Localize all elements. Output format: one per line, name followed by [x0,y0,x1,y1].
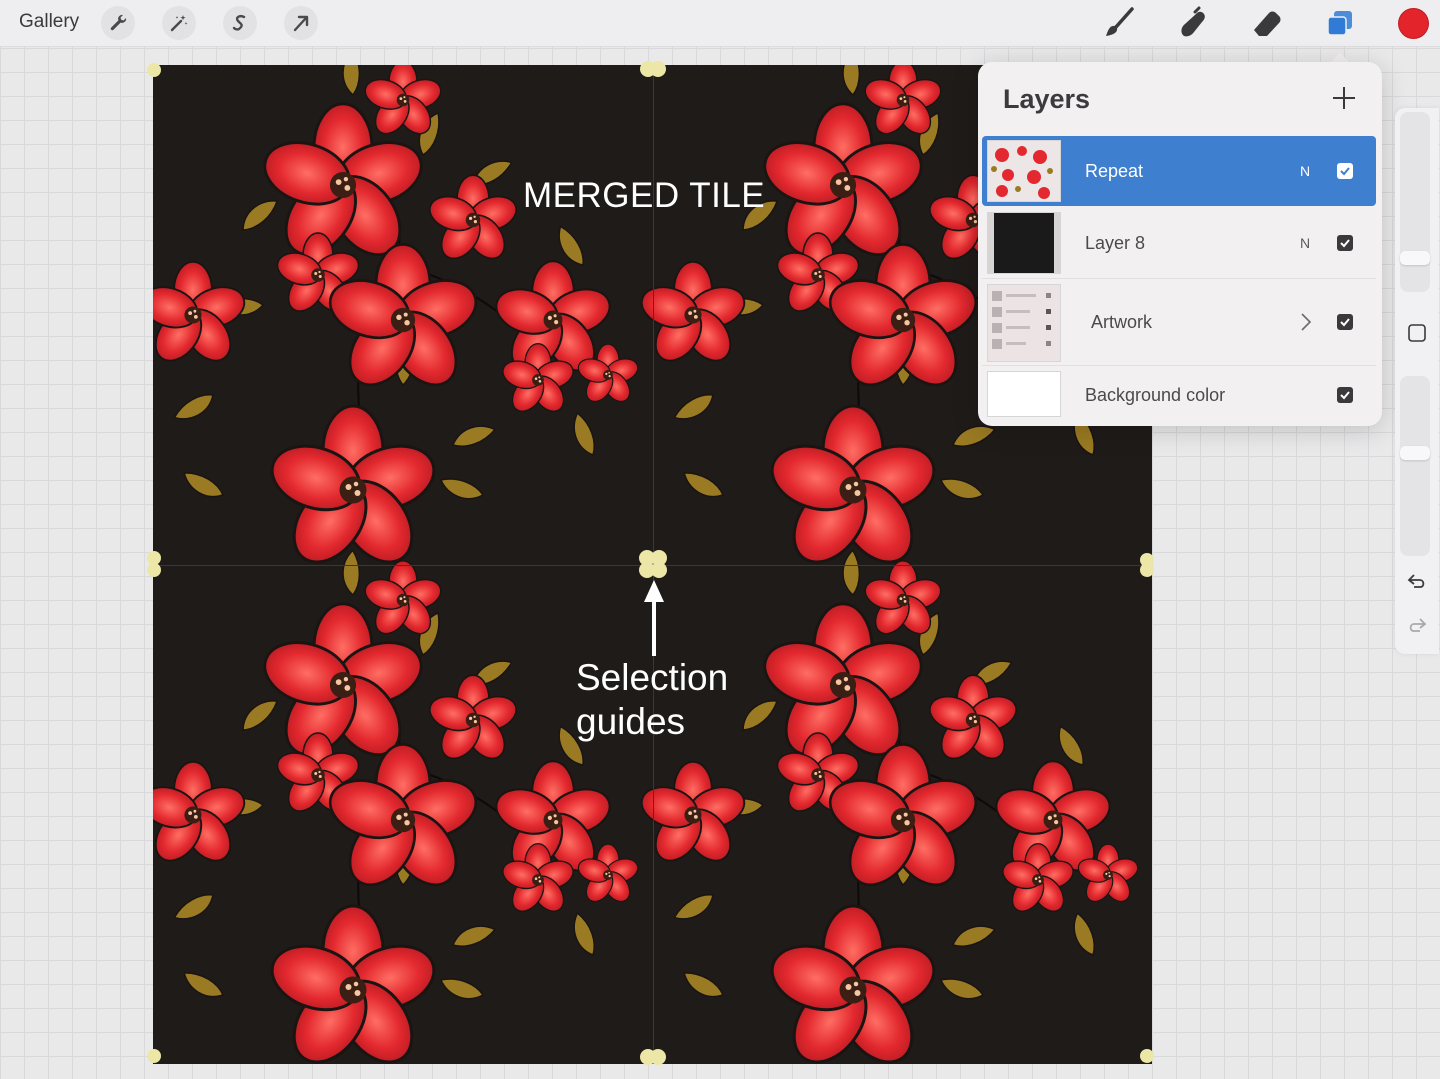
check-icon [1340,391,1350,400]
layers-title: Layers [1003,84,1091,114]
layer-name-background-color: Background color [1085,384,1226,405]
layer-row-background-color[interactable]: Background color [982,367,1376,423]
merged-tile-caption: MERGED TILE [523,176,766,215]
selection-handle-middle-right[interactable] [1139,551,1155,579]
blend-mode-repeat[interactable]: N [1300,163,1310,179]
brush-icon[interactable] [1099,4,1139,42]
brush-size-slider[interactable] [1400,112,1430,292]
selection-handle-bottom-center[interactable] [639,1048,667,1066]
selection-handle-top-center[interactable] [639,60,667,78]
layer-thumbnail-layer-8 [987,212,1061,274]
brush-size-slider-thumb[interactable] [1400,251,1430,265]
opacity-slider[interactable] [1400,376,1430,556]
magic-wand-icon[interactable] [162,6,196,40]
layer-row-artwork[interactable]: Artwork [982,280,1376,364]
layers-icon[interactable] [1320,4,1360,42]
gallery-button[interactable]: Gallery [19,11,79,33]
up-arrow-annotation [644,580,664,656]
selection-guides-caption: Selection guides [576,657,729,742]
right-sidebar [1395,108,1439,654]
plus-icon[interactable] [1330,84,1358,112]
transform-arrow-icon[interactable] [284,6,318,40]
eraser-icon[interactable] [1246,4,1286,42]
layer-thumbnail-repeat [987,140,1061,202]
check-icon [1340,167,1350,176]
chevron-right-icon[interactable] [1300,312,1312,332]
modify-square-icon[interactable] [1405,321,1429,345]
color-picker-button[interactable] [1399,9,1428,38]
selection-handle-bottom-right[interactable] [1139,1048,1155,1064]
check-icon [1340,318,1350,327]
blend-mode-layer-8[interactable]: N [1300,235,1310,251]
layer-name-artwork: Artwork [1091,311,1153,332]
layers-panel: Layers Repeat N Layer 8 N Artwork Backgr… [978,62,1382,426]
selection-s-icon[interactable] [223,6,257,40]
layer-thumbnail-background [987,371,1061,417]
visibility-checkbox-artwork[interactable] [1337,314,1353,330]
layer-row-layer-8[interactable]: Layer 8 N [982,208,1376,278]
layer-divider [982,365,1376,366]
check-icon [1340,239,1350,248]
selection-handle-center[interactable] [637,549,669,579]
layer-thumbnail-artwork [987,284,1061,362]
top-toolbar: Gallery [0,0,1440,47]
opacity-slider-thumb[interactable] [1400,446,1430,460]
layer-name-repeat: Repeat [1085,160,1144,181]
layer-row-repeat[interactable]: Repeat N [982,136,1376,206]
smudge-icon[interactable] [1172,4,1212,42]
selection-handle-top-left[interactable] [146,62,162,78]
visibility-checkbox-background[interactable] [1337,387,1353,403]
undo-icon[interactable] [1405,570,1429,594]
visibility-checkbox-layer-8[interactable] [1337,235,1353,251]
selection-handle-bottom-left[interactable] [146,1048,162,1064]
redo-icon[interactable] [1405,614,1429,638]
visibility-checkbox-repeat[interactable] [1337,163,1353,179]
layer-divider [982,278,1376,279]
selection-handle-middle-left[interactable] [146,549,162,579]
wrench-icon[interactable] [101,6,135,40]
layer-name-layer-8: Layer 8 [1085,232,1146,253]
